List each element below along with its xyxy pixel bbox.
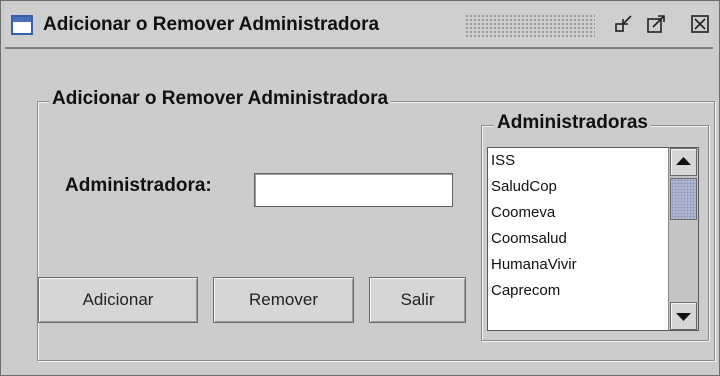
admin-form-group-title: Adicionar o Remover Administradora [49, 88, 392, 110]
administradora-input[interactable] [254, 173, 453, 207]
add-button[interactable]: Adicionar [38, 277, 198, 323]
administradoras-group-title: Administradoras [494, 112, 651, 134]
title-bar[interactable]: Adicionar o Remover Administradora [5, 5, 713, 49]
exit-button[interactable]: Salir [369, 277, 466, 323]
app-window: Adicionar o Remover Administradora Adici… [0, 0, 720, 376]
maximize-icon[interactable] [645, 13, 667, 35]
list-item[interactable]: SaludCop [488, 174, 668, 200]
window-title: Adicionar o Remover Administradora [43, 14, 380, 35]
title-bar-grip[interactable] [465, 14, 595, 38]
scroll-up-button[interactable] [670, 148, 697, 176]
list-items: ISS SaludCop Coomeva Coomsalud HumanaViv… [488, 148, 668, 304]
window-icon [11, 15, 33, 35]
close-icon[interactable] [689, 13, 711, 35]
scroll-thumb[interactable] [670, 178, 697, 220]
list-item[interactable]: Caprecom [488, 278, 668, 304]
arrow-up-icon [676, 157, 691, 165]
arrow-down-icon [676, 313, 691, 321]
restore-icon[interactable] [613, 13, 635, 35]
list-scrollbar[interactable] [668, 148, 698, 330]
list-item[interactable]: Coomsalud [488, 226, 668, 252]
list-item[interactable]: ISS [488, 148, 668, 174]
scroll-down-button[interactable] [670, 302, 697, 330]
list-item[interactable]: Coomeva [488, 200, 668, 226]
administradoras-list[interactable]: ISS SaludCop Coomeva Coomsalud HumanaViv… [487, 147, 699, 331]
remove-button[interactable]: Remover [213, 277, 354, 323]
list-item[interactable]: HumanaVivir [488, 252, 668, 278]
administradora-label: Administradora: [65, 175, 212, 196]
